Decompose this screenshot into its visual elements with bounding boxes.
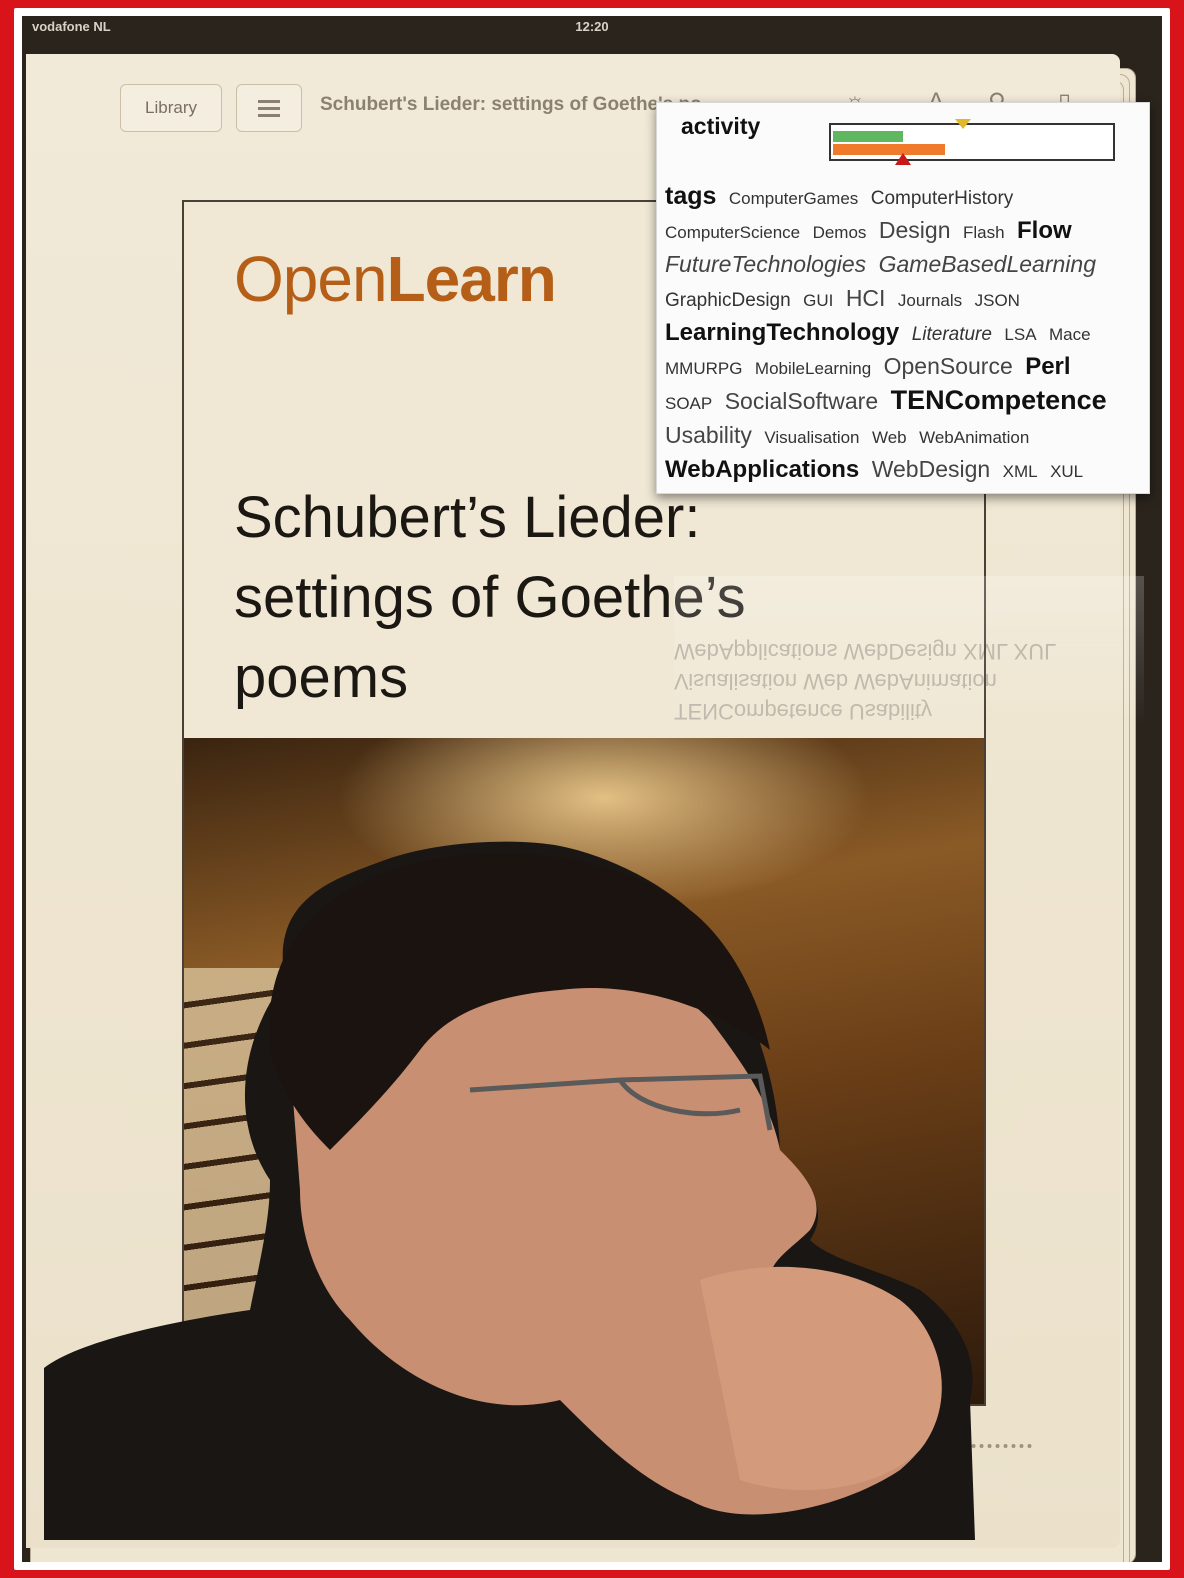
person-photo: [44, 841, 975, 1540]
